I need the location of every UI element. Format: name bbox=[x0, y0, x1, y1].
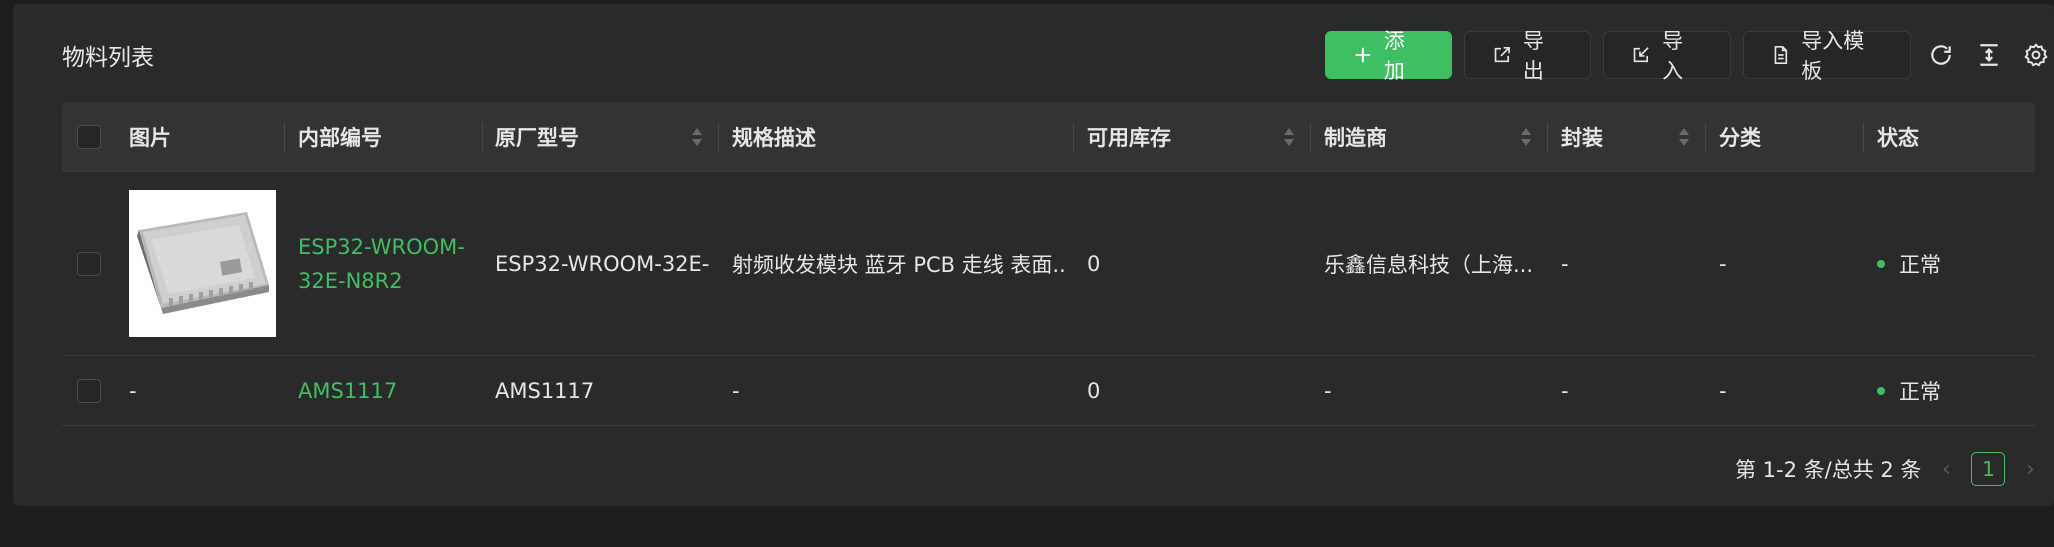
material-list-card: 物料列表 添加 导出 导入 导入模板 图片 内部编号 原厂型号 规格描述 可用库… bbox=[13, 4, 2054, 506]
refresh-button[interactable] bbox=[1923, 31, 1959, 79]
settings-button[interactable] bbox=[2018, 31, 2054, 79]
card-title: 物料列表 bbox=[62, 45, 154, 71]
add-button[interactable]: 添加 bbox=[1325, 29, 1453, 83]
table-row: ESP32-WROOM-32E-N8R2 ESP32-WROOM-32E-...… bbox=[62, 172, 2035, 356]
import-button-label: 导入 bbox=[1662, 29, 1684, 83]
status-cell: 正常 bbox=[1877, 172, 1941, 356]
spec-cell: 射频收发模块 蓝牙 PCB 走线 表面... bbox=[732, 253, 1067, 277]
plus-icon bbox=[1355, 47, 1371, 63]
column-height-icon bbox=[1979, 44, 1998, 66]
pagination-summary: 第 1-2 条/总共 2 条 bbox=[1735, 458, 1922, 482]
export-button[interactable]: 导出 bbox=[1464, 29, 1592, 83]
internal-no-link[interactable]: AMS1117 bbox=[298, 374, 397, 408]
density-button[interactable] bbox=[1971, 31, 2007, 79]
category-cell: - bbox=[1719, 379, 1727, 403]
manufacturer-cell: 乐鑫信息科技（上海... bbox=[1324, 253, 1534, 277]
column-header-image: 图片 bbox=[129, 126, 171, 150]
select-all-cell bbox=[77, 102, 101, 172]
import-button[interactable]: 导入 bbox=[1603, 29, 1731, 83]
add-button-label: 添加 bbox=[1383, 29, 1405, 83]
status-dot-icon bbox=[1877, 260, 1885, 268]
package-cell: - bbox=[1561, 252, 1569, 276]
sort-icon[interactable] bbox=[1677, 126, 1691, 148]
package-cell: - bbox=[1561, 379, 1569, 403]
pagination: 第 1-2 条/总共 2 条 ‹ 1 › bbox=[1735, 451, 2041, 487]
spec-cell: - bbox=[732, 379, 740, 403]
column-header-mfr-part[interactable]: 原厂型号 bbox=[495, 102, 579, 172]
esp32-module-image bbox=[129, 190, 276, 337]
table-header: 图片 内部编号 原厂型号 规格描述 可用库存 制造商 封装 分类 状态 bbox=[62, 102, 2035, 172]
status-label: 正常 bbox=[1899, 253, 1941, 277]
internal-no-link[interactable]: ESP32-WROOM-32E-N8R2 bbox=[298, 230, 478, 298]
material-table: 图片 内部编号 原厂型号 规格描述 可用库存 制造商 封装 分类 状态 ESP3… bbox=[62, 102, 2035, 426]
sort-icon[interactable] bbox=[690, 126, 704, 148]
mfr-part-cell: AMS1117 bbox=[495, 379, 595, 403]
sort-icon[interactable] bbox=[1282, 126, 1296, 148]
gear-icon bbox=[2024, 43, 2048, 67]
product-image[interactable] bbox=[129, 190, 276, 337]
column-header-status: 状态 bbox=[1877, 126, 1919, 150]
import-template-label: 导入模板 bbox=[1801, 29, 1865, 83]
refresh-icon bbox=[1931, 45, 1951, 65]
prev-page-icon[interactable]: ‹ bbox=[1935, 457, 1957, 482]
row-checkbox[interactable] bbox=[77, 252, 101, 276]
import-icon bbox=[1634, 47, 1650, 63]
export-button-label: 导出 bbox=[1522, 29, 1544, 83]
mfr-part-cell: ESP32-WROOM-32E-... bbox=[495, 252, 710, 276]
column-header-spec: 规格描述 bbox=[732, 126, 816, 150]
next-page-icon[interactable]: › bbox=[2019, 457, 2041, 482]
sort-icon[interactable] bbox=[1519, 126, 1533, 148]
column-header-manufacturer[interactable]: 制造商 bbox=[1324, 102, 1387, 172]
stock-cell: 0 bbox=[1087, 379, 1101, 403]
column-header-package[interactable]: 封装 bbox=[1561, 102, 1603, 172]
category-cell: - bbox=[1719, 252, 1727, 276]
manufacturer-cell: - bbox=[1324, 379, 1332, 403]
row-checkbox[interactable] bbox=[77, 379, 101, 403]
export-icon bbox=[1494, 46, 1511, 63]
image-cell: - bbox=[129, 379, 137, 403]
status-dot-icon bbox=[1877, 387, 1885, 395]
import-template-button[interactable]: 导入模板 bbox=[1742, 29, 1912, 83]
status-cell: 正常 bbox=[1877, 356, 1941, 426]
select-all-checkbox[interactable] bbox=[77, 125, 101, 149]
file-icon bbox=[1774, 46, 1787, 64]
column-header-internal-no: 内部编号 bbox=[298, 126, 382, 150]
page-button-current[interactable]: 1 bbox=[1971, 452, 2006, 486]
stock-cell: 0 bbox=[1087, 252, 1101, 276]
toolbar: 添加 导出 导入 导入模板 bbox=[1325, 29, 2054, 83]
column-header-category: 分类 bbox=[1719, 126, 1761, 150]
status-label: 正常 bbox=[1899, 380, 1941, 404]
column-header-stock[interactable]: 可用库存 bbox=[1087, 102, 1171, 172]
table-row: - AMS1117 AMS1117 - 0 - - - 正常 bbox=[62, 356, 2035, 426]
